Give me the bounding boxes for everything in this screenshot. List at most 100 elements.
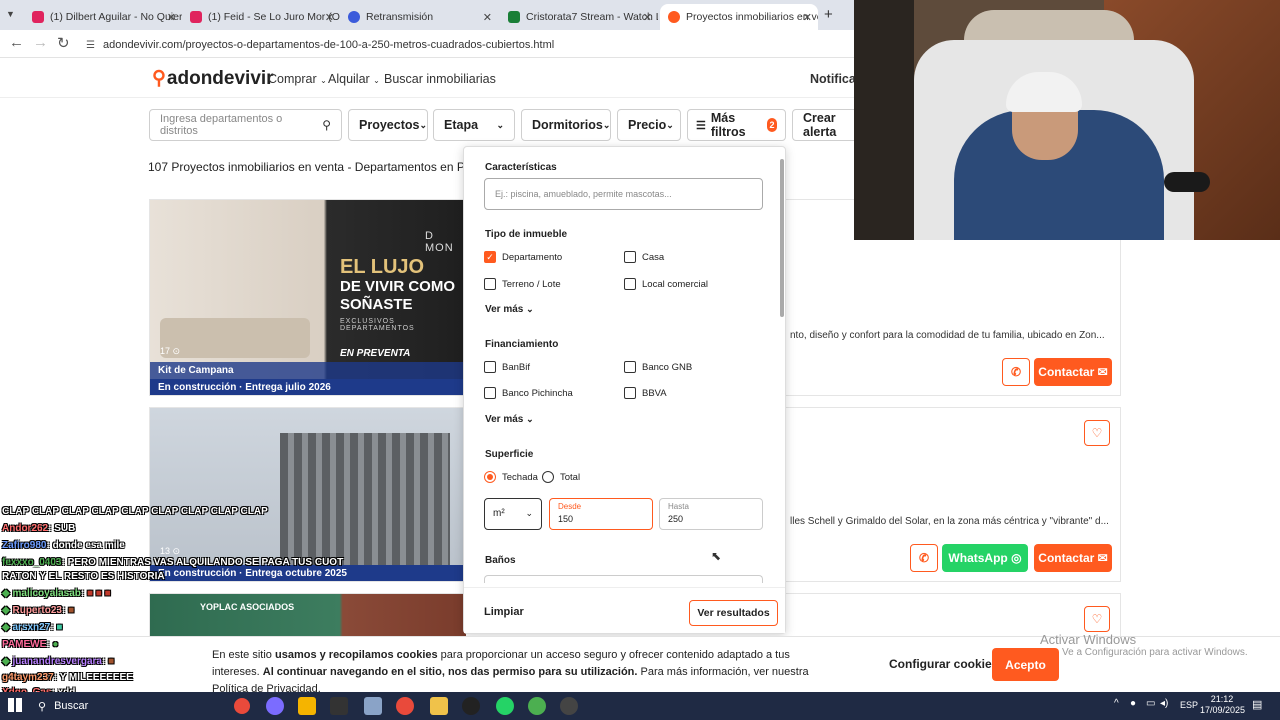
search-input[interactable]: Ingresa departamentos o distritos ⚲ bbox=[149, 109, 342, 141]
phone-button[interactable]: ✆ bbox=[1002, 358, 1030, 386]
nav-alquilar[interactable]: Alquilar ⌄ bbox=[328, 72, 380, 86]
forward-icon[interactable]: → bbox=[33, 34, 48, 51]
close-icon[interactable]: ✕ bbox=[643, 11, 652, 24]
ver-mas-financiamiento[interactable]: Ver más ⌄ bbox=[485, 414, 534, 425]
volume-icon[interactable]: ◂) bbox=[1160, 698, 1168, 709]
notifications-icon[interactable]: ▤ bbox=[1252, 698, 1262, 711]
folder-icon[interactable] bbox=[430, 697, 448, 715]
badge-icon: ◆ bbox=[2, 605, 10, 616]
nav-buscar-inmobiliarias[interactable]: Buscar inmobiliarias bbox=[384, 72, 496, 86]
copilot-icon[interactable] bbox=[266, 697, 284, 715]
chevron-down-icon: ⌄ bbox=[525, 508, 533, 518]
limpiar-button[interactable]: Limpiar bbox=[484, 606, 524, 618]
live-icon[interactable] bbox=[330, 697, 348, 715]
clock[interactable]: 21:12 17/09/2025 bbox=[1200, 694, 1245, 716]
close-icon[interactable]: ✕ bbox=[483, 11, 492, 24]
mail-icon: ✉ bbox=[1097, 365, 1108, 379]
financiamiento-title: Financiamiento bbox=[485, 339, 559, 350]
checkbox-departamento[interactable]: ✓ Departamento bbox=[484, 251, 562, 263]
listing-image[interactable]: 13 ⊙ En construcción · Entrega octubre 2… bbox=[150, 408, 466, 581]
app-icon[interactable] bbox=[298, 697, 316, 715]
radio-total[interactable]: Total bbox=[542, 471, 580, 483]
filter-mas-filtros[interactable]: ☰ Más filtros 2 bbox=[687, 109, 786, 141]
contactar-button[interactable]: Contactar ✉ bbox=[1034, 544, 1112, 572]
configurar-cookies-button[interactable]: Configurar cookies bbox=[889, 657, 998, 671]
listing-image[interactable]: D MON EL LUJO DE VIVIR COMO SOÑASTE EXCL… bbox=[150, 200, 466, 395]
ad-line-4: EXCLUSIVOS DEPARTAMENTOS bbox=[340, 318, 415, 332]
filter-proyectos[interactable]: Proyectos ⌄ bbox=[348, 109, 428, 141]
phone-button[interactable]: ✆ bbox=[910, 544, 938, 572]
filter-etapa[interactable]: Etapa ⌄ bbox=[433, 109, 515, 141]
chevron-down-icon: ⌄ bbox=[373, 76, 380, 85]
tab-list-chevron-icon[interactable]: ▼ bbox=[6, 9, 15, 19]
nav-comprar[interactable]: Comprar ⌄ bbox=[268, 72, 327, 86]
crear-alerta-button[interactable]: Crear alerta bbox=[792, 109, 862, 141]
network-icon[interactable]: ▭ bbox=[1146, 698, 1155, 709]
document-icon[interactable] bbox=[364, 697, 382, 715]
listing-name: Kit de Campana bbox=[150, 362, 466, 379]
language-indicator[interactable]: ESP bbox=[1180, 700, 1198, 710]
hasta-input[interactable]: Hasta 250 bbox=[659, 498, 763, 530]
new-tab-icon[interactable]: + bbox=[824, 6, 833, 23]
back-icon[interactable]: ← bbox=[9, 34, 24, 51]
filter-precio[interactable]: Precio ⌄ bbox=[617, 109, 681, 141]
chat-line: PAMEWE: ● bbox=[2, 639, 59, 650]
check-icon: ✓ bbox=[484, 251, 496, 263]
checkbox-banco-pichincha[interactable]: Banco Pichincha bbox=[484, 387, 573, 399]
ver-mas-tipo[interactable]: Ver más ⌄ bbox=[485, 304, 534, 315]
favorite-button[interactable]: ♡ bbox=[1084, 420, 1110, 446]
url-field[interactable]: ☰ adondevivir.com/proyectos-o-departamen… bbox=[86, 35, 846, 55]
chevron-down-icon: ⌄ bbox=[526, 414, 534, 424]
search-icon[interactable]: ⚲ bbox=[322, 118, 331, 132]
listing-description: lles Schell y Grimaldo del Solar, en la … bbox=[790, 516, 1109, 527]
banos-title: Baños bbox=[485, 555, 516, 566]
browser-tab-3[interactable]: Retransmisión ✕ bbox=[340, 4, 498, 30]
taskbar-search[interactable]: ⚲ Buscar bbox=[30, 694, 220, 718]
checkbox-bbva[interactable]: BBVA bbox=[624, 387, 667, 399]
listing-description: nto, diseño y confort para la comodidad … bbox=[790, 330, 1105, 341]
filter-dormitorios[interactable]: Dormitorios ⌄ bbox=[521, 109, 611, 141]
checkbox-banco-gnb[interactable]: Banco GNB bbox=[624, 361, 692, 373]
media-player-icon[interactable] bbox=[560, 697, 578, 715]
checkbox-local-comercial[interactable]: Local comercial bbox=[624, 278, 708, 290]
close-icon[interactable]: ✕ bbox=[803, 11, 812, 24]
unit-select[interactable]: m² ⌄ bbox=[484, 498, 542, 530]
close-icon[interactable]: ✕ bbox=[325, 11, 334, 24]
browser-tab-2[interactable]: (1) Feid - Se Lo Juro Mor (Offici ✕ bbox=[182, 4, 340, 30]
browser-tab-4[interactable]: Cristorata7 Stream - Watch Live ✕ bbox=[500, 4, 658, 30]
ver-resultados-button[interactable]: Ver resultados bbox=[689, 600, 778, 626]
obs-icon[interactable] bbox=[462, 697, 480, 715]
browser-icon[interactable] bbox=[396, 697, 414, 715]
emote-icon: ● bbox=[52, 639, 59, 650]
whatsapp-icon[interactable] bbox=[496, 697, 514, 715]
caracteristicas-input[interactable]: Ej.: piscina, amueblado, permite mascota… bbox=[484, 178, 763, 210]
tab-title: Cristorata7 Stream - Watch Live bbox=[526, 11, 658, 23]
chrome-icon[interactable] bbox=[528, 697, 546, 715]
microphone-icon[interactable]: ● bbox=[1130, 698, 1136, 709]
reload-icon[interactable]: ↻ bbox=[57, 34, 70, 52]
chat-line: CLAP CLAP CLAP CLAP CLAP CLAP CLAP CLAP … bbox=[2, 506, 268, 517]
windows-start-icon[interactable] bbox=[8, 698, 22, 712]
activate-windows-watermark: Activar Windows Ve a Configuración para … bbox=[1040, 632, 1248, 658]
browser-tab-1[interactable]: (1) Dilbert Aguilar - No Quiero ✕ bbox=[24, 4, 182, 30]
whatsapp-button[interactable]: WhatsApp ◎ bbox=[942, 544, 1028, 572]
contactar-button[interactable]: Contactar ✉ bbox=[1034, 358, 1112, 386]
checkbox-terreno[interactable]: Terreno / Lote bbox=[484, 278, 561, 290]
checkbox-casa[interactable]: Casa bbox=[624, 251, 664, 263]
favorite-button[interactable]: ♡ bbox=[1084, 606, 1110, 632]
radio-techada[interactable]: Techada bbox=[484, 471, 538, 483]
close-icon[interactable]: ✕ bbox=[167, 11, 176, 24]
site-info-icon[interactable]: ☰ bbox=[86, 40, 95, 51]
chrome-icon[interactable] bbox=[234, 698, 250, 714]
chat-line: RATON Y EL RESTO ES HISTORIA bbox=[2, 571, 165, 582]
phone-icon: ✆ bbox=[1010, 365, 1022, 379]
checkbox-banbif[interactable]: BanBif bbox=[484, 361, 530, 373]
desde-input[interactable]: Desde 150 bbox=[549, 498, 653, 530]
more-filters-panel: Características Ej.: piscina, amueblado,… bbox=[463, 146, 786, 634]
browser-tab-5[interactable]: Proyectos inmobiliarios en vent ✕ bbox=[660, 4, 818, 30]
tray-chevron-icon[interactable]: ^ bbox=[1114, 698, 1119, 709]
panel-scrollbar[interactable] bbox=[780, 159, 784, 317]
banos-options-row bbox=[484, 575, 763, 583]
site-logo[interactable]: ⚲ adondevivir bbox=[152, 67, 274, 90]
listing-status: En construcción · Entrega julio 2026 bbox=[150, 379, 466, 395]
